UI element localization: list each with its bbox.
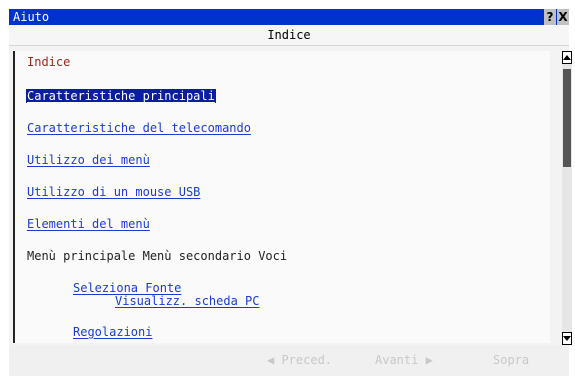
- close-button[interactable]: X: [557, 9, 569, 25]
- window-title: Aiuto: [13, 10, 50, 24]
- title-bar[interactable]: Aiuto ? X: [9, 9, 569, 25]
- help-content: Indice Caratteristiche principali Caratt…: [13, 51, 550, 343]
- top-button[interactable]: Sopra: [493, 353, 529, 367]
- scroll-up-button[interactable]: [562, 51, 572, 64]
- scroll-thumb[interactable]: [563, 69, 571, 167]
- arrow-up-icon: [563, 55, 571, 60]
- help-window: Aiuto ? X Indice Indice Caratteristiche …: [9, 9, 572, 376]
- nav-footer: ◀ Preced. Avanti ▶ Sopra: [9, 345, 569, 376]
- prev-button[interactable]: ◀ Preced.: [267, 353, 332, 367]
- link-visualizz-scheda-pc[interactable]: Visualizz. scheda PC: [115, 294, 260, 308]
- arrow-down-icon: [563, 336, 571, 341]
- page-title: Indice: [267, 28, 311, 42]
- next-button[interactable]: Avanti ▶: [375, 353, 433, 367]
- link-elementi-menu[interactable]: Elementi del menù: [27, 217, 150, 231]
- content-heading: Indice: [27, 55, 71, 69]
- link-caratteristiche-telecomando[interactable]: Caratteristiche del telecomando: [27, 121, 251, 135]
- vertical-scrollbar[interactable]: [562, 51, 572, 345]
- link-seleziona-fonte[interactable]: Seleziona Fonte: [73, 281, 181, 295]
- section-text: Menù principale Menù secondario Voci: [27, 249, 288, 263]
- link-utilizzo-mouse-usb[interactable]: Utilizzo di un mouse USB: [27, 185, 200, 199]
- page-header: Indice: [9, 25, 569, 46]
- link-utilizzo-menu[interactable]: Utilizzo dei menù: [27, 153, 150, 167]
- link-caratteristiche-principali[interactable]: Caratteristiche principali: [26, 89, 216, 103]
- link-regolazioni[interactable]: Regolazioni: [73, 325, 152, 339]
- help-button[interactable]: ?: [544, 9, 556, 25]
- scroll-down-button[interactable]: [562, 332, 572, 345]
